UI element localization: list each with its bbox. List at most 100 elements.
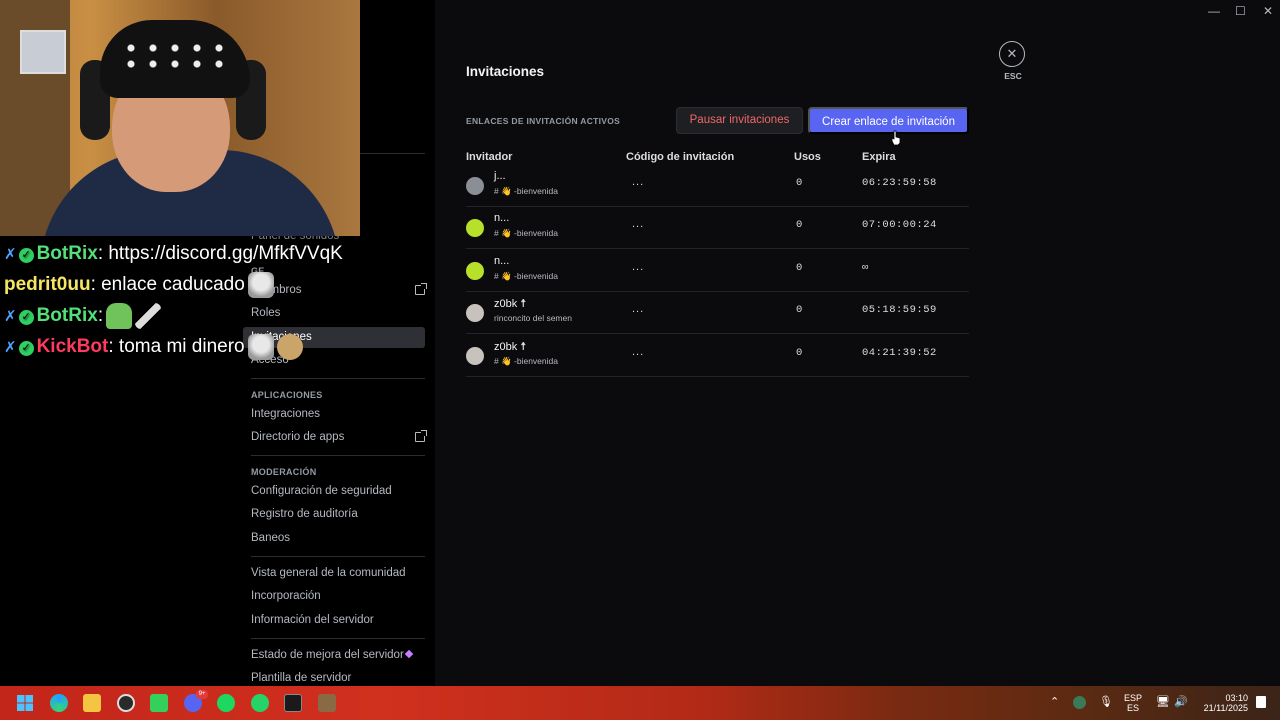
invite-code: ... (632, 261, 645, 273)
keyboard-layout: ES (1127, 703, 1140, 713)
steam-icon[interactable] (284, 694, 302, 712)
invite-code: ... (632, 176, 645, 188)
sidebar-divider (251, 556, 425, 557)
sidebar-item-app-directory[interactable]: Directorio de apps (251, 427, 427, 448)
avatar (466, 177, 484, 195)
invite-expires: 07:00:00:24 (862, 219, 937, 231)
sidebar-item-label: Directorio de apps (251, 431, 345, 443)
column-header-expires: Expira (862, 151, 896, 163)
chat-username: pedrit0uu (4, 274, 91, 295)
invite-channel: # 👋 -bienvenida (494, 271, 558, 281)
minimize-icon[interactable]: — (1208, 4, 1220, 18)
chat-message: ✗ ✓ BotRix: https://discord.gg/MfkfVVqK (4, 238, 343, 269)
table-row[interactable]: n... # 👋 -bienvenida ... 0 07:00:00:24 (466, 207, 969, 249)
chat-text: : toma mi dinero (108, 336, 245, 357)
sidebar-item-audit-log[interactable]: Registro de auditoría (251, 504, 425, 525)
whatsapp-icon[interactable] (251, 694, 269, 712)
invite-code: ... (632, 218, 645, 230)
sidebar-item-boost-status[interactable]: Estado de mejora del servidor (251, 645, 425, 666)
chat-message: pedrit0uu: enlace caducado (4, 269, 343, 300)
sword-badge-icon: ✗ (4, 308, 17, 325)
file-explorer-icon[interactable] (83, 694, 101, 712)
taskbar: 9+ ⌃ 🎙 ESP ES 🖥 🔊 03:10 21/11/2025 (0, 686, 1280, 720)
table-row[interactable]: j... # 👋 -bienvenida ... 0 06:23:59:58 (466, 165, 969, 207)
invite-expires: 04:21:39:52 (862, 347, 937, 359)
chat-text: : https://discord.gg/MfkfVVqK (97, 243, 343, 264)
external-link-icon (415, 430, 427, 442)
close-icon[interactable]: ✕ (999, 41, 1025, 67)
sidebar-item-label: Estado de mejora del servidor (251, 649, 404, 661)
avatar (466, 304, 484, 322)
invite-expires: ∞ (862, 262, 869, 274)
invite-uses: 0 (796, 177, 803, 189)
close-settings[interactable]: ✕ ESC (999, 41, 1027, 81)
maximize-icon[interactable]: ☐ (1235, 4, 1246, 18)
volume-icon[interactable]: 🔊 (1174, 695, 1188, 720)
boost-gem-icon (404, 649, 414, 659)
language-indicator[interactable]: ESP ES (1124, 693, 1142, 720)
table-row[interactable]: z0bk ☨ # 👋 -bienvenida ... 0 04:21:39:52 (466, 335, 969, 377)
table-row[interactable]: z0bk ☨ rinconcito del semen ... 0 05:18:… (466, 292, 969, 334)
sidebar-item-integrations[interactable]: Integraciones (251, 404, 425, 425)
clock-time: 03:10 (1225, 693, 1248, 703)
archive-app-icon[interactable] (318, 694, 336, 712)
discord-notification-badge: 9+ (196, 690, 208, 699)
sidebar-divider (251, 638, 425, 639)
sword-badge-icon: ✗ (4, 246, 17, 263)
chat-message: ✗ ✓ KickBot: toma mi dinero (4, 331, 343, 362)
pause-invites-button[interactable]: Pausar invitaciones (676, 107, 803, 134)
avatar (466, 219, 484, 237)
column-header-uses: Usos (794, 151, 821, 163)
money-emote-icon (276, 333, 303, 360)
invite-code: ... (632, 303, 645, 315)
sidebar-item-server-info[interactable]: Información del servidor (251, 610, 425, 631)
close-window-icon[interactable]: ✕ (1263, 4, 1273, 18)
invite-uses: 0 (796, 304, 803, 316)
inviter-name: z0bk ☨ (494, 341, 527, 353)
invite-channel: # 👋 -bienvenida (494, 186, 558, 196)
table-row[interactable]: n... # 👋 -bienvenida ... 0 ∞ (466, 250, 969, 292)
invite-channel: # 👋 -bienvenida (494, 356, 558, 366)
sidebar-divider (251, 455, 425, 456)
create-invite-button[interactable]: Crear enlace de invitación (808, 107, 969, 134)
verified-badge-icon: ✓ (18, 341, 34, 356)
invite-uses: 0 (796, 347, 803, 359)
webcam-person-bandana (100, 20, 250, 98)
windows-start-icon[interactable] (16, 694, 34, 712)
notification-center-icon[interactable] (1256, 696, 1266, 708)
chat-text: : (97, 305, 104, 326)
inviter-name: j... (494, 170, 506, 182)
chevron-up-icon[interactable]: ⌃ (1050, 695, 1059, 720)
kick-icon[interactable] (150, 694, 168, 712)
tray-app-icon[interactable] (1073, 696, 1086, 709)
language-code: ESP (1124, 693, 1143, 703)
verified-badge-icon: ✓ (18, 248, 34, 263)
webcam-background-poster (20, 30, 66, 74)
spotify-icon[interactable] (217, 694, 235, 712)
sidebar-item-community-overview[interactable]: Vista general de la comunidad (251, 563, 425, 584)
network-icon[interactable]: 🖥 (1156, 695, 1170, 720)
obs-icon[interactable] (117, 694, 135, 712)
inviter-name: n... (494, 255, 510, 267)
verified-badge-icon: ✓ (18, 310, 34, 325)
clock-date: 21/11/2025 (1203, 703, 1248, 713)
invites-page: Invitaciones ENLACES DE INVITACIÓN ACTIV… (435, 0, 1280, 686)
invite-channel: rinconcito del semen (494, 313, 572, 323)
close-shortcut-label: ESC (1004, 71, 1022, 81)
inviter-name: z0bk ☨ (494, 298, 527, 310)
inviter-name: n... (494, 212, 510, 224)
column-header-inviter: Invitador (466, 151, 513, 163)
sidebar-item-onboarding[interactable]: Incorporación (251, 586, 425, 607)
external-link-icon (415, 283, 427, 295)
sidebar-section-apps: APLICACIONES (251, 390, 323, 400)
sidebar-item-bans[interactable]: Baneos (251, 528, 425, 549)
edge-browser-icon[interactable] (50, 694, 68, 712)
sidebar-item-safety-setup[interactable]: Configuración de seguridad (251, 481, 425, 502)
chat-username: BotRix (36, 305, 98, 326)
webcam-overlay (0, 0, 360, 236)
column-header-code: Código de invitación (626, 151, 735, 163)
hand-cursor-icon (891, 130, 901, 146)
clock[interactable]: 03:10 21/11/2025 (1198, 693, 1248, 720)
microphone-icon[interactable]: 🎙 (1099, 695, 1113, 720)
invite-uses: 0 (796, 262, 803, 274)
